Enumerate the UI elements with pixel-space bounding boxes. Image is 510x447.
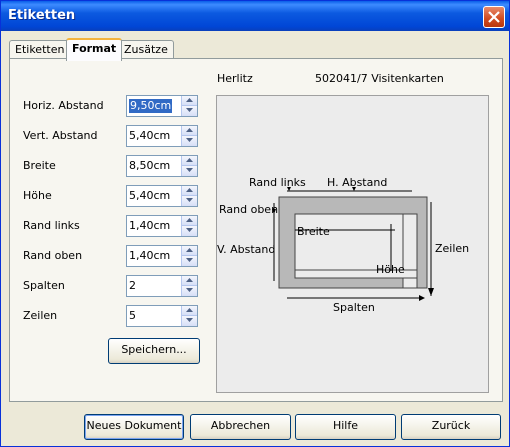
product-label: 502041/7 Visitenkarten	[315, 72, 444, 85]
rand-links-spinner[interactable]: 1,40cm	[126, 215, 198, 237]
label-rand-oben: Rand oben	[23, 249, 83, 262]
arrow-up-icon	[186, 128, 193, 132]
spin-up-button[interactable]	[181, 126, 197, 136]
breite-spinner[interactable]: 8,50cm	[126, 155, 198, 177]
label-hoehe: Höhe	[23, 189, 52, 202]
hoehe-spinner[interactable]: 5,40cm	[126, 185, 198, 207]
label-zeilen: Zeilen	[23, 309, 58, 322]
breite-value[interactable]: 8,50cm	[129, 159, 170, 173]
diagram-zeilen: Zeilen	[435, 242, 470, 255]
button-bar: Neues Dokument Abbrechen Hilfe Zurück	[1, 401, 509, 446]
diagram-spalten: Spalten	[333, 301, 375, 314]
vert-abstand-spinner[interactable]: 5,40cm	[126, 125, 198, 147]
arrow-down-icon	[186, 318, 193, 322]
diagram-breite: Breite	[297, 225, 330, 238]
save-button[interactable]: Speichern...	[108, 338, 200, 364]
diagram-v-abstand: V. Abstand	[217, 243, 276, 256]
close-button[interactable]	[483, 6, 505, 28]
spin-up-button[interactable]	[181, 186, 197, 196]
spin-down-button[interactable]	[181, 286, 197, 296]
labels-dialog: Etiketten Etiketten Format Zusätze Herli…	[0, 0, 510, 447]
window-title: Etiketten	[8, 8, 76, 23]
arrow-down-icon	[186, 288, 193, 292]
diagram-rand-links: Rand links	[249, 176, 306, 189]
title-bar[interactable]: Etiketten	[1, 1, 509, 31]
tab-etiketten[interactable]: Etiketten	[9, 40, 71, 59]
arrow-up-icon	[186, 98, 193, 102]
arrow-up-icon	[186, 218, 193, 222]
spin-down-button[interactable]	[181, 226, 197, 236]
label-spalten: Spalten	[23, 279, 65, 292]
label-vert-abstand: Vert. Abstand	[23, 129, 98, 142]
zeilen-spinner[interactable]: 5	[126, 305, 198, 327]
zeilen-value[interactable]: 5	[129, 309, 136, 323]
spin-up-button[interactable]	[181, 156, 197, 166]
close-icon	[488, 11, 500, 23]
label-preview: Rand links H. Abstand Rand oben V. Absta…	[216, 95, 489, 393]
arrow-down-icon	[186, 228, 193, 232]
rand-links-value[interactable]: 1,40cm	[129, 219, 170, 233]
spin-down-button[interactable]	[181, 166, 197, 176]
spin-up-button[interactable]	[181, 246, 197, 256]
diagram-h-abstand: H. Abstand	[327, 176, 388, 189]
tab-format[interactable]: Format	[66, 38, 123, 61]
spin-down-button[interactable]	[181, 316, 197, 326]
arrow-up-icon	[186, 308, 193, 312]
label-horiz-abstand: Horiz. Abstand	[23, 99, 104, 112]
format-panel: Herlitz 502041/7 Visitenkarten Horiz. Ab…	[9, 58, 503, 402]
new-document-button[interactable]: Neues Dokument	[84, 414, 184, 440]
vert-abstand-value[interactable]: 5,40cm	[129, 129, 170, 143]
horiz-abstand-spinner[interactable]: 9,50cm	[126, 95, 198, 117]
spin-up-button[interactable]	[181, 216, 197, 226]
horiz-abstand-value[interactable]: 9,50cm	[129, 99, 173, 113]
arrow-down-icon	[186, 258, 193, 262]
brand-label: Herlitz	[217, 72, 253, 85]
spalten-spinner[interactable]: 2	[126, 275, 198, 297]
back-button[interactable]: Zurück	[401, 414, 501, 440]
hoehe-value[interactable]: 5,40cm	[129, 189, 170, 203]
spin-up-button[interactable]	[181, 96, 197, 106]
rand-oben-value[interactable]: 1,40cm	[129, 249, 170, 263]
spin-down-button[interactable]	[181, 256, 197, 266]
arrow-up-icon	[186, 188, 193, 192]
arrow-down-icon	[186, 168, 193, 172]
label-rand-links: Rand links	[23, 219, 80, 232]
arrow-up-icon	[186, 278, 193, 282]
rand-oben-spinner[interactable]: 1,40cm	[126, 245, 198, 267]
spin-up-button[interactable]	[181, 276, 197, 286]
help-button[interactable]: Hilfe	[295, 414, 396, 440]
spin-down-button[interactable]	[181, 106, 197, 116]
spin-down-button[interactable]	[181, 136, 197, 146]
arrow-down-icon	[186, 108, 193, 112]
arrow-up-icon	[186, 158, 193, 162]
diagram-rand-oben: Rand oben	[219, 203, 279, 216]
spin-up-button[interactable]	[181, 306, 197, 316]
spin-down-button[interactable]	[181, 196, 197, 206]
diagram-hoehe: Höhe	[376, 263, 405, 276]
arrow-up-icon	[186, 248, 193, 252]
cancel-button[interactable]: Abbrechen	[190, 414, 291, 440]
arrow-down-icon	[186, 138, 193, 142]
label-breite: Breite	[23, 159, 56, 172]
tab-zusaetze[interactable]: Zusätze	[118, 40, 174, 59]
spalten-value[interactable]: 2	[129, 279, 136, 293]
arrow-down-icon	[186, 198, 193, 202]
